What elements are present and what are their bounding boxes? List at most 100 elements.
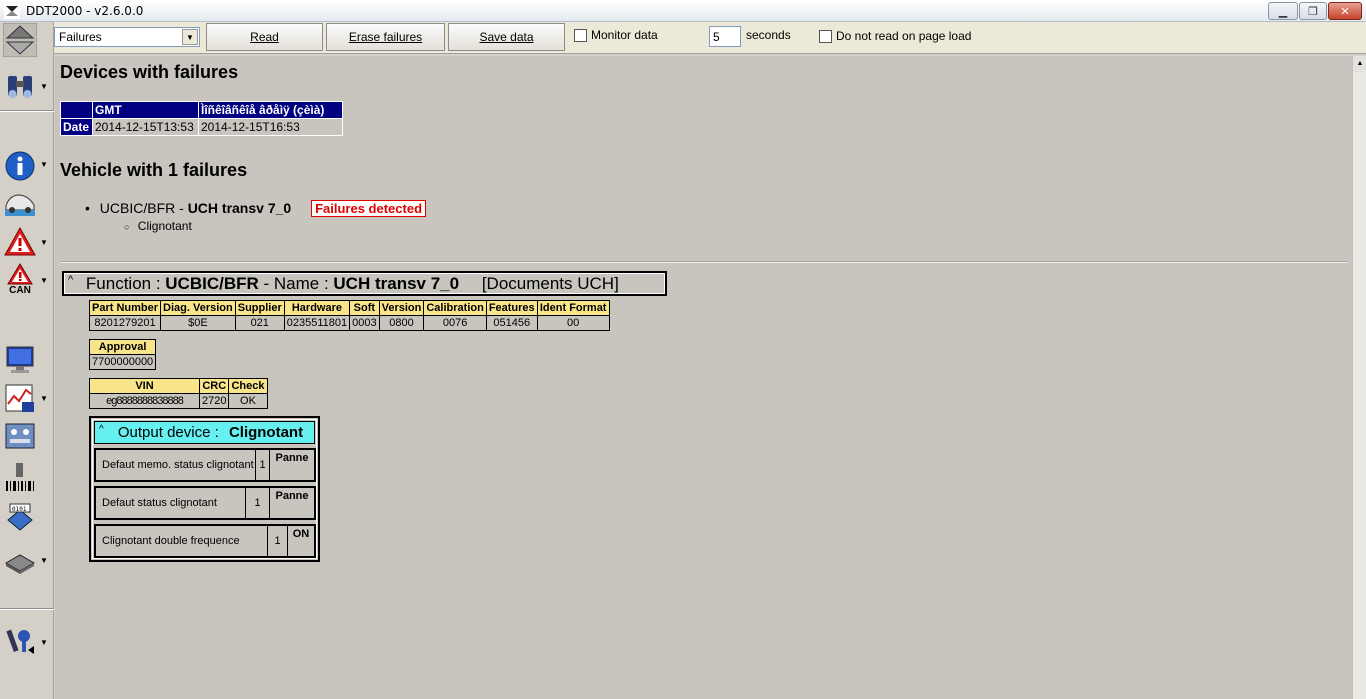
check-value: OK (228, 393, 268, 409)
chevron-down-icon[interactable]: ▼ (182, 29, 198, 45)
output-device-label: Output device : (117, 424, 223, 441)
save-data-button[interactable]: Save data (448, 23, 565, 51)
info-button[interactable] (2, 148, 38, 184)
separator (0, 608, 54, 610)
ecu-list-item[interactable]: • UCBIC/BFR - UCH transv 7_0 Failures de… (85, 200, 427, 217)
maximize-button[interactable]: ❐ (1299, 2, 1327, 20)
status-row: Clignotant double frequence 1 ON (94, 524, 316, 558)
chevron-down-icon[interactable]: ▼ (40, 160, 50, 169)
date-local: 2014-12-15T16:53 (198, 118, 343, 136)
graph-icon (5, 384, 34, 412)
parameters-button[interactable] (2, 418, 38, 454)
separator (0, 110, 54, 112)
documents-link[interactable]: [Documents UCH] (482, 274, 619, 293)
erase-failures-button[interactable]: Erase failures (326, 23, 445, 51)
can-failures-button[interactable]: CAN (2, 260, 38, 298)
seconds-input[interactable]: 5 (709, 26, 741, 47)
chevron-down-icon[interactable]: ▼ (40, 638, 50, 647)
chevron-down-icon[interactable]: ▼ (40, 556, 50, 565)
vertical-scrollbar[interactable]: ▲ (1352, 56, 1366, 699)
scroll-up-icon[interactable]: ▲ (1353, 56, 1366, 72)
ecu-name: UCH transv 7_0 (187, 200, 292, 216)
tools-icon (6, 629, 34, 654)
ecu-button[interactable] (2, 544, 38, 580)
seconds-label: seconds (746, 28, 791, 42)
devices-title: Devices with failures (60, 62, 239, 82)
date-row-label: Date (60, 118, 93, 136)
minimize-button[interactable]: ▁ (1268, 2, 1298, 20)
output-device-panel: ^ Output device : Clignotant Defaut memo… (89, 416, 320, 562)
ident-value: 0003 (349, 315, 380, 331)
ident-value: $0E (160, 315, 236, 331)
status-row-value: Panne (275, 452, 309, 464)
read-button[interactable]: Read (206, 23, 323, 51)
monitor-icon (6, 346, 34, 373)
svg-text:0101: 0101 (12, 506, 27, 513)
monitor-data-checkbox[interactable] (574, 29, 587, 42)
status-row-label: Defaut memo. status clignotant (96, 450, 256, 480)
chevron-down-icon[interactable]: ▼ (40, 394, 50, 403)
close-button[interactable]: ✕ (1328, 2, 1362, 20)
app-icon (4, 3, 20, 19)
chevron-down-icon[interactable]: ▼ (40, 238, 50, 247)
function-value: UCBIC/BFR (165, 274, 259, 293)
crc-value: 2720 (198, 393, 230, 409)
status-row-count: 1 (256, 450, 270, 480)
ecu-flash-button[interactable]: 0101 (2, 500, 38, 536)
dates-header-local: Ìîñêîâñêîå âðåìÿ (çèìà) (198, 101, 343, 119)
mode-select-value: Failures (59, 30, 102, 44)
window-title: DDT2000 - v2.6.0.0 (26, 4, 144, 18)
binoculars-icon (8, 76, 32, 98)
chevron-down-icon[interactable]: ▼ (40, 82, 50, 91)
graph-save-button[interactable] (2, 380, 38, 416)
settings-button[interactable] (2, 622, 38, 658)
toolbar: Failures ▼ Read Erase failures Save data… (0, 22, 1366, 54)
up-down-arrows-icon (3, 23, 37, 57)
ident-header: Features (485, 300, 538, 316)
dates-header-gmt: GMT (92, 101, 199, 119)
no-read-checkbox[interactable] (819, 30, 832, 43)
barcode-button[interactable] (2, 460, 38, 496)
ident-table: Part Number Diag. Version Supplier Hardw… (88, 300, 610, 331)
output-device-value: Clignotant (228, 424, 304, 441)
sidebar: ▼ ▼ ▼ CAN ▼ ▼ 0101 ▼ ▼ (0, 22, 54, 699)
ident-value: 8201279201 (88, 315, 162, 331)
monitor-button[interactable] (2, 342, 38, 378)
name-value: UCH transv 7_0 (333, 274, 460, 293)
no-read-label: Do not read on page load (836, 29, 972, 43)
failures-button[interactable] (2, 224, 38, 260)
approval-table: Approval 7700000000 (88, 339, 157, 370)
status-row: Defaut status clignotant 1 Panne (94, 486, 316, 520)
title-bar: DDT2000 - v2.6.0.0 ▁ ❐ ✕ (0, 0, 1366, 22)
ident-header: Hardware (283, 300, 351, 316)
function-label: Function : (85, 274, 166, 293)
car-icon (5, 194, 35, 216)
ident-value: 0800 (378, 315, 425, 331)
status-row: Defaut memo. status clignotant 1 Panne (94, 448, 316, 482)
ident-header: Soft (349, 300, 380, 316)
chip-binary-icon: 0101 (7, 503, 33, 531)
vehicle-title: Vehicle with 1 failures (60, 160, 248, 180)
content-area: Devices with failures GMT Ìîñêîâñêîå âðå… (55, 56, 1352, 699)
warning-icon (4, 226, 36, 256)
circle-bullet-icon: ○ (124, 222, 130, 232)
dates-header-empty (60, 101, 93, 119)
collapse-toggle[interactable]: ^ (99, 424, 104, 435)
status-row-count: 1 (246, 488, 270, 518)
name-label: - Name : (258, 274, 334, 293)
ident-value: 0235511801 (283, 315, 351, 331)
date-gmt: 2014-12-15T13:53 (92, 118, 199, 136)
chevron-down-icon[interactable]: ▼ (40, 276, 50, 285)
ident-header: Calibration (423, 300, 487, 316)
vehicle-button[interactable] (2, 186, 38, 222)
approval-value: 7700000000 (88, 354, 157, 370)
mode-select[interactable]: Failures ▼ (54, 27, 200, 47)
search-binoculars-button[interactable] (2, 68, 38, 104)
failure-sub-label: Clignotant (137, 219, 192, 233)
collapse-toggle[interactable]: ^ (68, 274, 73, 286)
vin-table: VIN CRC Check eg8888888838888 2720 OK (89, 378, 268, 409)
failure-sub-item[interactable]: ○ Clignotant (124, 219, 192, 233)
bullet-icon: • (85, 200, 90, 216)
nav-arrows-button[interactable] (2, 22, 38, 58)
info-icon (5, 151, 35, 181)
